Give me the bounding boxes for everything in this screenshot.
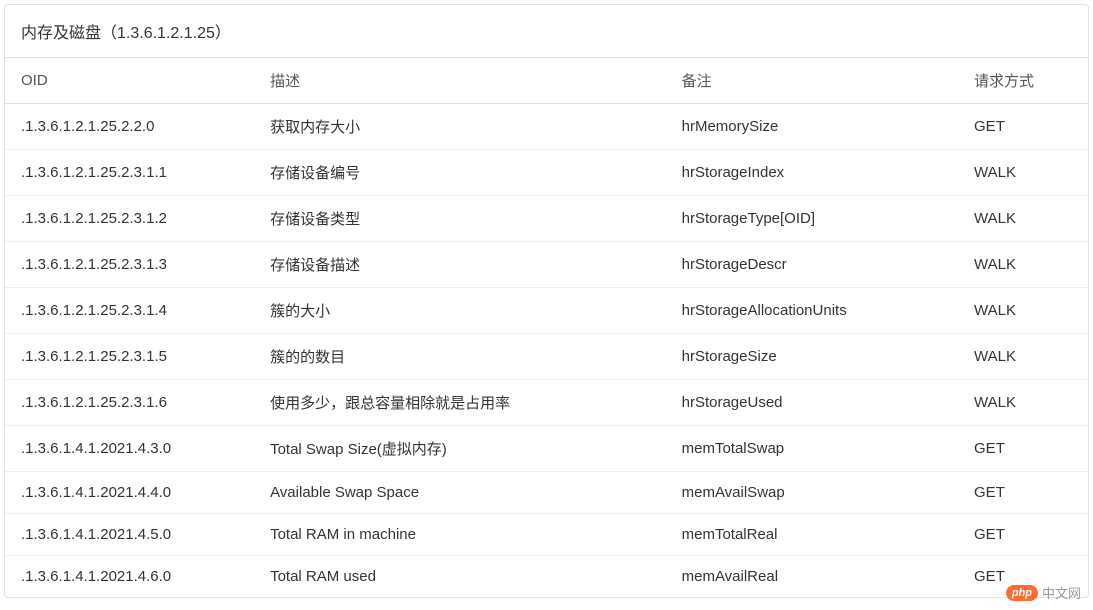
cell-oid: .1.3.6.1.2.1.25.2.2.0 bbox=[5, 104, 254, 150]
cell-method: WALK bbox=[958, 288, 1088, 334]
cell-oid: .1.3.6.1.2.1.25.2.3.1.3 bbox=[5, 242, 254, 288]
table-row: .1.3.6.1.2.1.25.2.3.1.1 存储设备编号 hrStorage… bbox=[5, 150, 1088, 196]
table-header-row: OID 描述 备注 请求方式 bbox=[5, 58, 1088, 104]
cell-note: hrStorageIndex bbox=[666, 150, 958, 196]
cell-method: GET bbox=[958, 556, 1088, 598]
cell-note: hrStorageDescr bbox=[666, 242, 958, 288]
cell-description: 簇的的数目 bbox=[254, 334, 666, 380]
cell-method: GET bbox=[958, 426, 1088, 472]
cell-oid: .1.3.6.1.4.1.2021.4.4.0 bbox=[5, 472, 254, 514]
cell-method: WALK bbox=[958, 196, 1088, 242]
table-row: .1.3.6.1.2.1.25.2.3.1.4 簇的大小 hrStorageAl… bbox=[5, 288, 1088, 334]
cell-method: WALK bbox=[958, 242, 1088, 288]
cell-note: memAvailReal bbox=[666, 556, 958, 598]
cell-oid: .1.3.6.1.2.1.25.2.3.1.2 bbox=[5, 196, 254, 242]
cell-note: memTotalReal bbox=[666, 514, 958, 556]
cell-description: Available Swap Space bbox=[254, 472, 666, 514]
cell-note: memAvailSwap bbox=[666, 472, 958, 514]
cell-oid: .1.3.6.1.2.1.25.2.3.1.1 bbox=[5, 150, 254, 196]
cell-description: 使用多少，跟总容量相除就是占用率 bbox=[254, 380, 666, 426]
cell-method: GET bbox=[958, 472, 1088, 514]
cell-description: 簇的大小 bbox=[254, 288, 666, 334]
cell-method: GET bbox=[958, 104, 1088, 150]
cell-note: hrMemorySize bbox=[666, 104, 958, 150]
table-row: .1.3.6.1.2.1.25.2.3.1.2 存储设备类型 hrStorage… bbox=[5, 196, 1088, 242]
cell-oid: .1.3.6.1.4.1.2021.4.6.0 bbox=[5, 556, 254, 598]
cell-oid: .1.3.6.1.4.1.2021.4.3.0 bbox=[5, 426, 254, 472]
table-row: .1.3.6.1.2.1.25.2.2.0 获取内存大小 hrMemorySiz… bbox=[5, 104, 1088, 150]
cell-note: hrStorageType[OID] bbox=[666, 196, 958, 242]
table-row: .1.3.6.1.4.1.2021.4.3.0 Total Swap Size(… bbox=[5, 426, 1088, 472]
table-row: .1.3.6.1.2.1.25.2.3.1.5 簇的的数目 hrStorageS… bbox=[5, 334, 1088, 380]
header-oid: OID bbox=[5, 58, 254, 104]
cell-method: WALK bbox=[958, 334, 1088, 380]
snmp-oid-table: OID 描述 备注 请求方式 .1.3.6.1.2.1.25.2.2.0 获取内… bbox=[5, 58, 1088, 597]
cell-description: Total RAM in machine bbox=[254, 514, 666, 556]
table-row: .1.3.6.1.4.1.2021.4.4.0 Available Swap S… bbox=[5, 472, 1088, 514]
table-row: .1.3.6.1.2.1.25.2.3.1.6 使用多少，跟总容量相除就是占用率… bbox=[5, 380, 1088, 426]
table-title: 内存及磁盘（1.3.6.1.2.1.25） bbox=[5, 5, 1088, 58]
cell-method: WALK bbox=[958, 380, 1088, 426]
cell-description: Total RAM used bbox=[254, 556, 666, 598]
cell-method: GET bbox=[958, 514, 1088, 556]
cell-oid: .1.3.6.1.2.1.25.2.3.1.4 bbox=[5, 288, 254, 334]
cell-description: Total Swap Size(虚拟内存) bbox=[254, 426, 666, 472]
cell-oid: .1.3.6.1.2.1.25.2.3.1.6 bbox=[5, 380, 254, 426]
cell-note: hrStorageAllocationUnits bbox=[666, 288, 958, 334]
cell-note: hrStorageUsed bbox=[666, 380, 958, 426]
table-row: .1.3.6.1.4.1.2021.4.5.0 Total RAM in mac… bbox=[5, 514, 1088, 556]
cell-description: 存储设备编号 bbox=[254, 150, 666, 196]
cell-note: hrStorageSize bbox=[666, 334, 958, 380]
cell-method: WALK bbox=[958, 150, 1088, 196]
header-description: 描述 bbox=[254, 58, 666, 104]
snmp-oid-table-container: 内存及磁盘（1.3.6.1.2.1.25） OID 描述 备注 请求方式 .1.… bbox=[4, 4, 1089, 598]
header-note: 备注 bbox=[666, 58, 958, 104]
header-method: 请求方式 bbox=[958, 58, 1088, 104]
cell-note: memTotalSwap bbox=[666, 426, 958, 472]
cell-oid: .1.3.6.1.4.1.2021.4.5.0 bbox=[5, 514, 254, 556]
cell-description: 获取内存大小 bbox=[254, 104, 666, 150]
table-row: .1.3.6.1.2.1.25.2.3.1.3 存储设备描述 hrStorage… bbox=[5, 242, 1088, 288]
cell-description: 存储设备类型 bbox=[254, 196, 666, 242]
cell-description: 存储设备描述 bbox=[254, 242, 666, 288]
cell-oid: .1.3.6.1.2.1.25.2.3.1.5 bbox=[5, 334, 254, 380]
table-row: .1.3.6.1.4.1.2021.4.6.0 Total RAM used m… bbox=[5, 556, 1088, 598]
